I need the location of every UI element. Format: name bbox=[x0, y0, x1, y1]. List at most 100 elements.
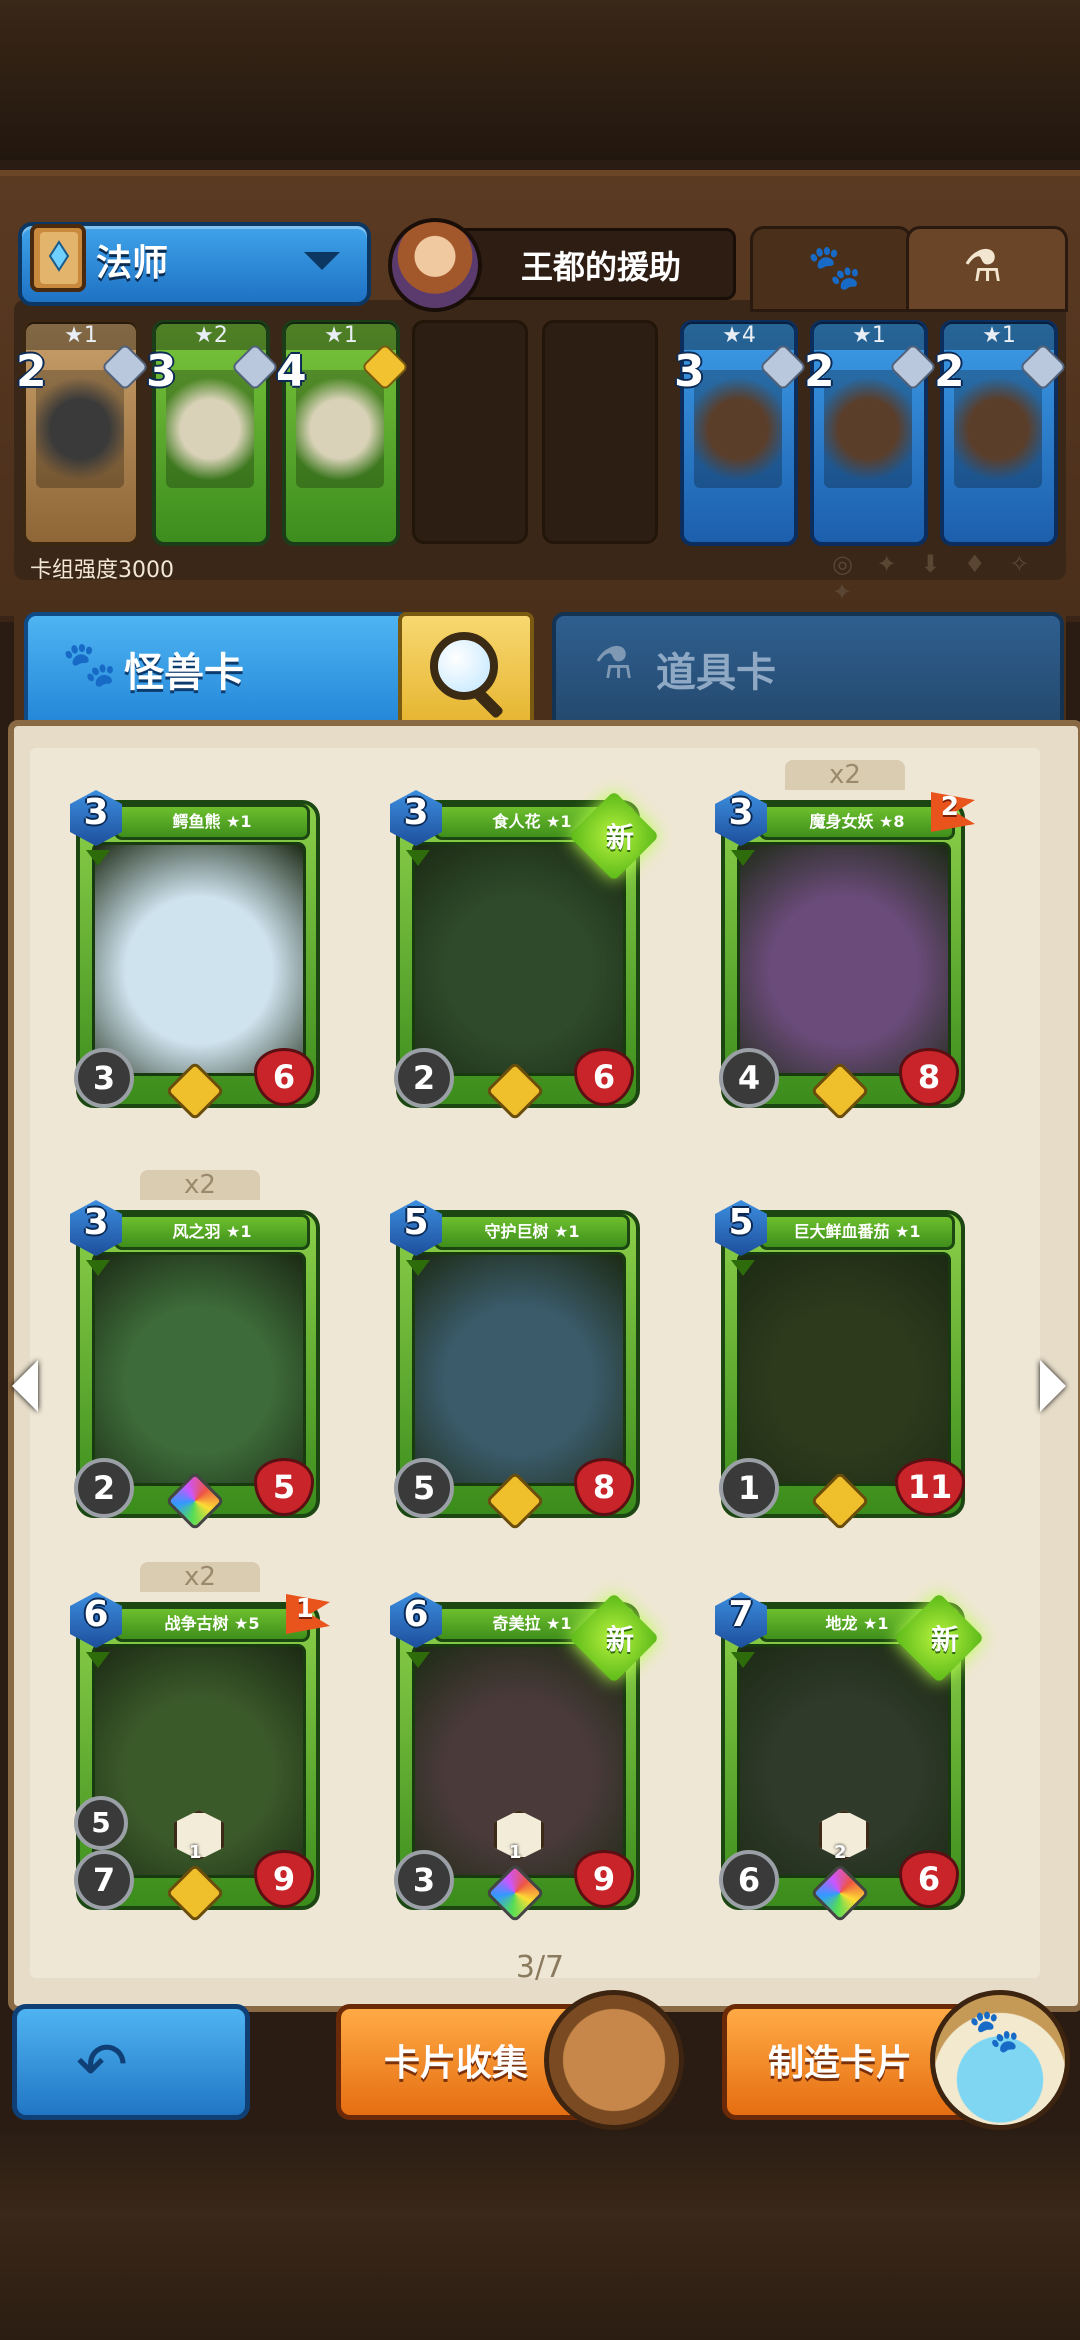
type-arrow-icon bbox=[86, 850, 110, 866]
type-arrow-icon bbox=[731, 850, 755, 866]
type-arrow-icon bbox=[86, 1652, 110, 1668]
card-name: 鳄鱼熊 ★1 bbox=[114, 804, 310, 840]
card-name: 巨大鲜血番茄 ★1 bbox=[759, 1214, 955, 1250]
card-cost: 3 bbox=[403, 792, 429, 833]
deck-slot-cost: 4 bbox=[276, 346, 307, 397]
tab-monster-label: 怪兽卡 bbox=[124, 650, 244, 696]
tab-item-label: 道具卡 bbox=[656, 650, 776, 696]
type-arrow-icon bbox=[86, 1260, 110, 1276]
craft-card-label: 制造卡片 bbox=[768, 2043, 913, 2084]
monster-card[interactable]: x2 魔身女妖 ★8 3 4 8 2 bbox=[715, 760, 975, 1121]
deck-slot[interactable]: ★2 3 bbox=[146, 320, 280, 546]
flask-icon: ⚗ bbox=[594, 638, 634, 689]
monster-card[interactable]: 守护巨树 ★1 5 5 8 bbox=[390, 1200, 640, 1531]
paw-icon: 🐾 bbox=[807, 242, 862, 293]
paw-icon: 🐾 bbox=[968, 2006, 1021, 2055]
page-indicator: 3/7 bbox=[515, 1950, 565, 1985]
element-icons: ◎ ✦ ⬇ ♦ ✧ ✦ bbox=[832, 550, 1038, 606]
monster-card[interactable]: 地龙 ★1 7 6 6 2 新 bbox=[715, 1592, 985, 1923]
deck-slot-art bbox=[694, 370, 782, 488]
type-arrow-icon bbox=[406, 1652, 430, 1668]
card-art bbox=[412, 842, 626, 1076]
skill-level: 2 bbox=[834, 1842, 847, 1863]
deck-slot-cost: 2 bbox=[16, 346, 47, 397]
tab-monster-filter[interactable]: 🐾 bbox=[750, 226, 912, 312]
duplicate-count: x2 bbox=[140, 1562, 260, 1592]
card-cost: 5 bbox=[403, 1202, 429, 1243]
chevron-down-icon[interactable] bbox=[304, 252, 340, 270]
new-badge-label: 新 bbox=[605, 821, 634, 854]
duplicate-count: x2 bbox=[785, 760, 905, 790]
new-badge-label: 新 bbox=[605, 1623, 634, 1656]
duplicate-count: x2 bbox=[140, 1170, 260, 1200]
flag-count: 2 bbox=[940, 792, 959, 822]
deck-slot-art bbox=[296, 370, 384, 488]
next-page-arrow-icon[interactable] bbox=[1040, 1360, 1066, 1412]
card-art bbox=[412, 1252, 626, 1486]
card-name: 战争古树 ★5 bbox=[114, 1606, 310, 1642]
deck-slot[interactable]: ★1 2 bbox=[934, 320, 1068, 546]
card-art bbox=[737, 842, 951, 1076]
deck-power: 卡组强度3000 bbox=[30, 558, 174, 583]
card-cost: 7 bbox=[728, 1594, 754, 1635]
card-name: 守护巨树 ★1 bbox=[434, 1214, 630, 1250]
deck-slot-art bbox=[166, 370, 254, 488]
card-attack: 3 bbox=[74, 1048, 134, 1108]
card-attack: 7 bbox=[74, 1850, 134, 1910]
deck-slot-cost: 2 bbox=[804, 346, 835, 397]
type-arrow-icon bbox=[406, 850, 430, 866]
deck-slot-cost: 2 bbox=[934, 346, 965, 397]
card-collection-label: 卡片收集 bbox=[384, 2043, 529, 2084]
card-attack: 2 bbox=[394, 1048, 454, 1108]
skill-level: 1 bbox=[509, 1842, 522, 1863]
empty-deck-slot[interactable] bbox=[542, 320, 658, 544]
back-arrow-icon: ↶ bbox=[76, 2028, 128, 2101]
search-icon[interactable] bbox=[430, 632, 498, 700]
back-button[interactable] bbox=[12, 2004, 250, 2120]
deck-slot-cost: 3 bbox=[146, 346, 177, 397]
card-range: 5 bbox=[74, 1796, 128, 1850]
tab-item-filter[interactable]: ⚗ bbox=[906, 226, 1068, 312]
flag-count: 1 bbox=[295, 1594, 314, 1624]
card-attack: 6 bbox=[719, 1850, 779, 1910]
deck-slot[interactable]: ★4 3 bbox=[674, 320, 808, 546]
card-attack: 3 bbox=[394, 1850, 454, 1910]
card-attack: 2 bbox=[74, 1458, 134, 1518]
monster-card[interactable]: x2 风之羽 ★1 3 2 5 bbox=[70, 1170, 320, 1531]
top-wood-background bbox=[0, 0, 1080, 160]
card-collection-icon[interactable] bbox=[544, 1990, 684, 2130]
class-name: 法师 bbox=[96, 243, 169, 284]
card-cost: 3 bbox=[83, 792, 109, 833]
new-badge-label: 新 bbox=[930, 1623, 959, 1656]
card-name: 风之羽 ★1 bbox=[114, 1214, 310, 1250]
monster-card[interactable]: 食人花 ★1 3 2 6 新 bbox=[390, 790, 660, 1121]
monster-card[interactable]: 奇美拉 ★1 6 3 9 1 新 bbox=[390, 1592, 660, 1923]
card-attack: 5 bbox=[394, 1458, 454, 1518]
card-cost: 3 bbox=[728, 792, 754, 833]
card-name: 魔身女妖 ★8 bbox=[759, 804, 955, 840]
type-arrow-icon bbox=[731, 1260, 755, 1276]
monster-card[interactable]: x2 战争古树 ★5 6 5 7 9 1 1 bbox=[70, 1562, 330, 1923]
type-arrow-icon bbox=[406, 1260, 430, 1276]
card-cost: 6 bbox=[83, 1594, 109, 1635]
deck-slot[interactable]: ★1 4 bbox=[276, 320, 410, 546]
type-arrow-icon bbox=[731, 1652, 755, 1668]
deck-slot-art bbox=[824, 370, 912, 488]
card-cost: 3 bbox=[83, 1202, 109, 1243]
paw-icon: 🐾 bbox=[62, 639, 117, 690]
bottom-wood-background bbox=[0, 2130, 1080, 2340]
previous-page-arrow-icon[interactable] bbox=[12, 1360, 38, 1412]
hero-avatar[interactable] bbox=[388, 218, 482, 312]
card-art bbox=[92, 842, 306, 1076]
monster-card[interactable]: 鳄鱼熊 ★1 3 3 6 bbox=[70, 790, 320, 1121]
card-cost: 5 bbox=[728, 1202, 754, 1243]
empty-deck-slot[interactable] bbox=[412, 320, 528, 544]
card-cost: 6 bbox=[403, 1594, 429, 1635]
card-attack: 4 bbox=[719, 1048, 779, 1108]
deck-slot-cost: 3 bbox=[674, 346, 705, 397]
deck-slot[interactable]: ★1 2 bbox=[804, 320, 938, 546]
flask-icon: ⚗ bbox=[963, 241, 1003, 292]
deck-slot-art bbox=[36, 370, 124, 488]
monster-card[interactable]: 巨大鲜血番茄 ★1 5 1 11 bbox=[715, 1200, 965, 1531]
deck-slot[interactable]: ★1 2 bbox=[16, 320, 150, 546]
